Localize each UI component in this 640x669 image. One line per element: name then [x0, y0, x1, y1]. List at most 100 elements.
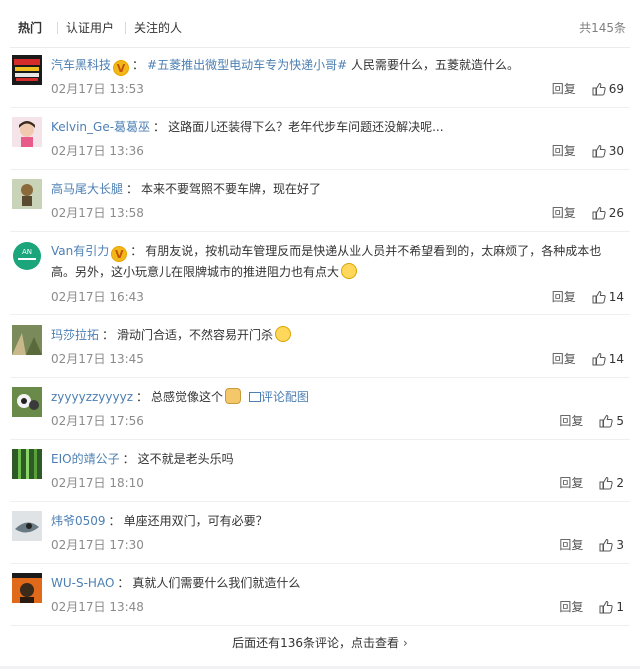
comment-time: 02月17日 18:10 [51, 476, 144, 490]
tab-divider [125, 22, 126, 34]
verified-badge-icon: V [111, 246, 128, 262]
tab-following[interactable]: 关注的人 [134, 20, 182, 36]
avatar[interactable] [12, 387, 42, 417]
comment-time: 02月17日 13:45 [51, 352, 144, 366]
avatar[interactable] [12, 449, 42, 479]
comment-item: 玛莎拉拓：滑动门合适，不然容易开门杀 02月17日 13:45 回复 14 [10, 325, 630, 378]
chevron-right-icon: › [403, 636, 408, 650]
username[interactable]: Van有引力 [51, 244, 109, 258]
username[interactable]: Kelvin_Ge-葛葛巫 [51, 120, 150, 134]
like-button[interactable]: 30 [592, 143, 624, 159]
like-count: 69 [608, 82, 624, 96]
thumbs-up-icon [592, 290, 606, 304]
reply-button[interactable]: 回复 [552, 289, 576, 305]
comment-actions: 回复 69 [552, 81, 624, 97]
like-count: 14 [608, 290, 624, 304]
like-button[interactable]: 3 [599, 537, 624, 553]
comment-time: 02月17日 17:56 [51, 414, 144, 428]
svg-text:AN: AN [22, 248, 32, 256]
comment-time: 02月17日 16:43 [51, 290, 144, 304]
like-button[interactable]: 1 [599, 599, 624, 615]
like-count: 26 [608, 206, 624, 220]
username[interactable]: zyyyyzzyyyyz [51, 390, 133, 404]
reply-button[interactable]: 回复 [552, 81, 576, 97]
comment-time: 02月17日 13:48 [51, 600, 144, 614]
verified-badge-icon: V [113, 60, 130, 76]
comment-time: 02月17日 13:58 [51, 206, 144, 220]
comment-content: 人民需要什么，五菱就造什么。 [347, 58, 519, 72]
like-button[interactable]: 14 [592, 351, 624, 367]
comment-content: 本来不要驾照不要车牌，现在好了 [141, 182, 322, 196]
like-count: 1 [616, 600, 624, 614]
comment-item: 炜爷0509：单座还用双门，可有必要？ 02月17日 17:30 回复 3 [10, 511, 630, 564]
comment-item: 汽车黑科技 V： #五菱推出微型电动车专为快递小哥# 人民需要什么，五菱就造什么。 … [10, 55, 630, 108]
username[interactable]: 炜爷0509 [51, 514, 106, 528]
comment-content: 总感觉像这个 [151, 390, 224, 404]
avatar[interactable] [12, 179, 42, 209]
comment-time: 02月17日 13:53 [51, 82, 144, 96]
like-button[interactable]: 69 [592, 81, 624, 97]
comment-item: 高马尾大长腿：本来不要驾照不要车牌，现在好了 02月17日 13:58 回复 2… [10, 179, 630, 232]
avatar[interactable] [12, 325, 42, 355]
like-button[interactable]: 2 [599, 475, 624, 491]
thumbs-up-icon [592, 82, 606, 96]
image-icon [248, 392, 261, 402]
tab-verified-users[interactable]: 认证用户 [66, 20, 114, 36]
comment-image-link[interactable]: 评论配图 [261, 390, 309, 404]
thumbs-up-icon [599, 538, 614, 552]
thumbs-up-icon [592, 206, 606, 220]
comment-content: 单座还用双门，可有必要？ [123, 514, 268, 528]
avatar[interactable]: AN [12, 241, 42, 271]
thumbs-up-icon [592, 144, 606, 158]
avatar[interactable] [12, 55, 42, 85]
tab-hot[interactable]: 热门 [18, 20, 42, 36]
comment-content: 滑动门合适，不然容易开门杀 [117, 328, 274, 342]
reply-button[interactable]: 回复 [559, 413, 583, 429]
comment-item: AN Van有引力 V：有朋友说，按机动车管理反而是快递从业人员并不希望看到的，太… [10, 241, 630, 315]
like-button[interactable]: 26 [592, 205, 624, 221]
glasses-emoji-icon [341, 263, 358, 279]
reply-button[interactable]: 回复 [552, 205, 576, 221]
thumbs-up-icon [599, 414, 614, 428]
topic-link[interactable]: #五菱推出微型电动车专为快递小哥# [147, 58, 347, 72]
thumbs-up-icon [599, 600, 614, 614]
comments-panel: 热门 认证用户 关注的人 共145条 汽车黑科技 V： #五菱推出微型电动车专为快递… [0, 0, 640, 669]
reply-button[interactable]: 回复 [559, 475, 583, 491]
avatar[interactable] [12, 573, 42, 603]
shh-emoji-icon [275, 326, 292, 342]
tab-divider [57, 22, 58, 34]
comment-content: 这不就是老头乐吗 [137, 452, 234, 466]
like-button[interactable]: 14 [592, 289, 624, 305]
comment-time: 02月17日 13:36 [51, 144, 144, 158]
reply-button[interactable]: 回复 [552, 351, 576, 367]
doge-emoji-icon [225, 388, 242, 404]
comment-item: Kelvin_Ge-葛葛巫：这路面儿还装得下么？老年代步车问题还没解决呢... … [10, 117, 630, 170]
comment-content: 真就人们需要什么我们就造什么 [132, 576, 301, 590]
username[interactable]: 玛莎拉拓 [51, 328, 99, 342]
username[interactable]: WU-S-HAO [51, 576, 114, 590]
avatar[interactable] [12, 511, 42, 541]
username[interactable]: 高马尾大长腿 [51, 182, 123, 196]
comment-item: EIO的靖公子：这不就是老头乐吗 02月17日 18:10 回复 2 [10, 449, 630, 502]
thumbs-up-icon [599, 476, 614, 490]
reply-button[interactable]: 回复 [552, 143, 576, 159]
comment-time: 02月17日 17:30 [51, 538, 144, 552]
avatar[interactable] [12, 117, 42, 147]
load-more-comments[interactable]: 后面还有136条评论，点击查看 › [10, 628, 630, 658]
total-count: 共145条 [579, 21, 626, 35]
like-count: 14 [608, 352, 624, 366]
comment-content: 这路面儿还装得下么？老年代步车问题还没解决呢... [168, 120, 444, 134]
username[interactable]: 汽车黑科技 [51, 58, 111, 72]
like-count: 30 [608, 144, 624, 158]
load-more-label: 后面还有136条评论，点击查看 [232, 636, 400, 650]
thumbs-up-icon [592, 352, 606, 366]
like-count: 5 [616, 414, 624, 428]
comment-text: 汽车黑科技 V： #五菱推出微型电动车专为快递小哥# 人民需要什么，五菱就造什么。 [51, 58, 519, 76]
reply-button[interactable]: 回复 [559, 599, 583, 615]
comment-item: WU-S-HAO：真就人们需要什么我们就造什么 02月17日 13:48 回复 … [10, 573, 630, 626]
reply-button[interactable]: 回复 [559, 537, 583, 553]
username[interactable]: EIO的靖公子 [51, 452, 120, 466]
like-count: 2 [616, 476, 624, 490]
like-count: 3 [616, 538, 624, 552]
like-button[interactable]: 5 [599, 413, 624, 429]
